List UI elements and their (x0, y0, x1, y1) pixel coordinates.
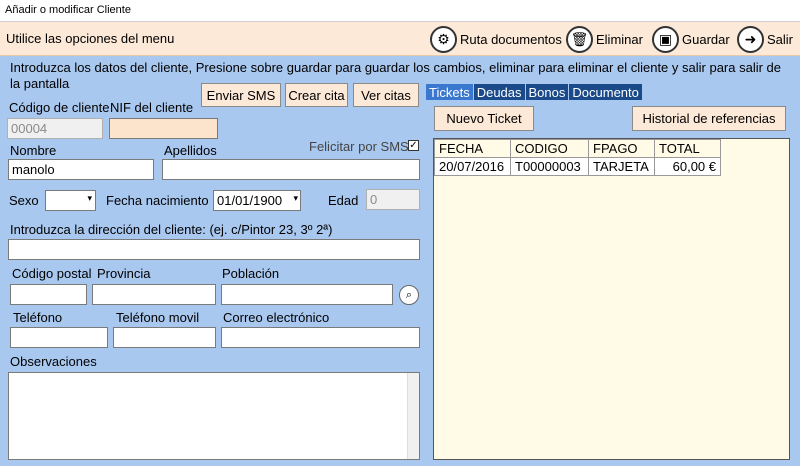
codigo-postal-label: Código postal (12, 266, 92, 281)
fecha-nacimiento-value: 01/01/1900 (217, 193, 283, 208)
poblacion-label: Población (222, 266, 280, 281)
fecha-nacimiento-label: Fecha nacimiento (106, 193, 209, 208)
tab-tickets[interactable]: Tickets (426, 84, 473, 101)
scrollbar[interactable] (407, 373, 419, 459)
guardar-button[interactable]: ▣ Guardar (652, 24, 730, 54)
direccion-label: Introduzca la dirección del cliente: (ej… (10, 222, 333, 237)
provincia-field[interactable] (92, 284, 216, 305)
cell-fecha: 20/07/2016 (434, 157, 511, 176)
correo-field[interactable] (221, 327, 420, 348)
ruta-documentos-label: Ruta documentos (460, 31, 562, 47)
codigo-label: Código de cliente (9, 100, 110, 115)
apellidos-field[interactable] (162, 159, 420, 180)
trash-icon: 🗑 (566, 25, 593, 53)
crear-cita-button[interactable]: Crear cita (285, 83, 348, 107)
main-panel: Introduzca los datos del cliente, Presio… (0, 56, 800, 466)
fecha-nacimiento-field[interactable]: 01/01/1900 ▾ (213, 190, 301, 211)
historial-referencias-button[interactable]: Historial de referencias (632, 106, 786, 131)
tab-strip: Tickets Deudas Bonos Documento (426, 84, 642, 101)
nombre-label: Nombre (10, 143, 57, 158)
save-icon: ▣ (652, 25, 679, 53)
gear-icon: ⚙ (430, 25, 457, 53)
salir-button[interactable]: ➜ Salir (737, 24, 793, 54)
telefono-field[interactable] (10, 327, 108, 348)
tab-deudas[interactable]: Deudas (473, 84, 525, 101)
salir-label: Salir (767, 31, 794, 47)
apellidos-label: Apellidos (164, 143, 217, 158)
eliminar-button[interactable]: 🗑 Eliminar (566, 24, 643, 54)
codigo-postal-field[interactable] (10, 284, 87, 305)
table-row[interactable]: 20/07/2016 T00000003 TARJETA 60,00 € (434, 157, 721, 176)
tickets-grid: FECHA CODIGO FPAGO TOTAL 20/07/2016 T000… (433, 138, 790, 460)
observaciones-field[interactable] (8, 372, 420, 460)
cell-codigo: T00000003 (510, 157, 589, 176)
cell-fpago: TARJETA (588, 157, 655, 176)
nuevo-ticket-button[interactable]: Nuevo Ticket (434, 106, 534, 131)
guardar-label: Guardar (682, 31, 730, 47)
tickets-table: FECHA CODIGO FPAGO TOTAL 20/07/2016 T000… (434, 139, 721, 176)
enviar-sms-button[interactable]: Enviar SMS (201, 83, 281, 107)
telefono-movil-field[interactable] (113, 327, 216, 348)
window-title: Añadir o modificar Cliente (5, 4, 131, 16)
column-header[interactable]: FECHA (434, 139, 511, 158)
search-location-icon[interactable]: ⌕ (399, 285, 419, 305)
nif-field[interactable] (109, 118, 218, 139)
edad-field[interactable] (366, 189, 420, 210)
title-bar: Añadir o modificar Cliente (0, 0, 800, 22)
telefono-label: Teléfono (13, 310, 63, 325)
sexo-label: Sexo (9, 193, 39, 208)
cell-total: 60,00 € (654, 157, 721, 176)
column-header[interactable]: FPAGO (588, 139, 655, 158)
chevron-down-icon: ▾ (87, 193, 92, 203)
sexo-select[interactable]: ▾ (45, 190, 96, 211)
poblacion-field[interactable] (221, 284, 393, 305)
nif-label: NIF del cliente (110, 100, 194, 115)
telefono-movil-label: Teléfono movil (116, 310, 200, 325)
tab-bonos[interactable]: Bonos (525, 84, 569, 101)
codigo-field[interactable] (7, 118, 103, 139)
ruta-documentos-button[interactable]: ⚙ Ruta documentos (430, 24, 562, 54)
felicitar-checkbox[interactable]: ✓ (408, 140, 419, 151)
provincia-label: Provincia (97, 266, 151, 281)
correo-label: Correo electrónico (223, 310, 330, 325)
column-header[interactable]: TOTAL (654, 139, 721, 158)
toolbar-hint: Utilice las opciones del menu (6, 31, 175, 46)
observaciones-label: Observaciones (10, 354, 97, 369)
toolbar: Utilice las opciones del menu ⚙ Ruta doc… (0, 22, 800, 56)
exit-icon: ➜ (737, 25, 764, 53)
edad-label: Edad (328, 193, 359, 208)
nombre-field[interactable] (8, 159, 154, 180)
direccion-field[interactable] (8, 239, 420, 260)
chevron-down-icon: ▾ (293, 193, 298, 203)
tab-documento[interactable]: Documento (569, 84, 642, 101)
felicitar-label: Felicitar por SMS (309, 139, 409, 154)
ver-citas-button[interactable]: Ver citas (353, 83, 419, 107)
eliminar-label: Eliminar (596, 31, 643, 47)
column-header[interactable]: CODIGO (510, 139, 589, 158)
table-header-row: FECHA CODIGO FPAGO TOTAL (434, 139, 721, 158)
